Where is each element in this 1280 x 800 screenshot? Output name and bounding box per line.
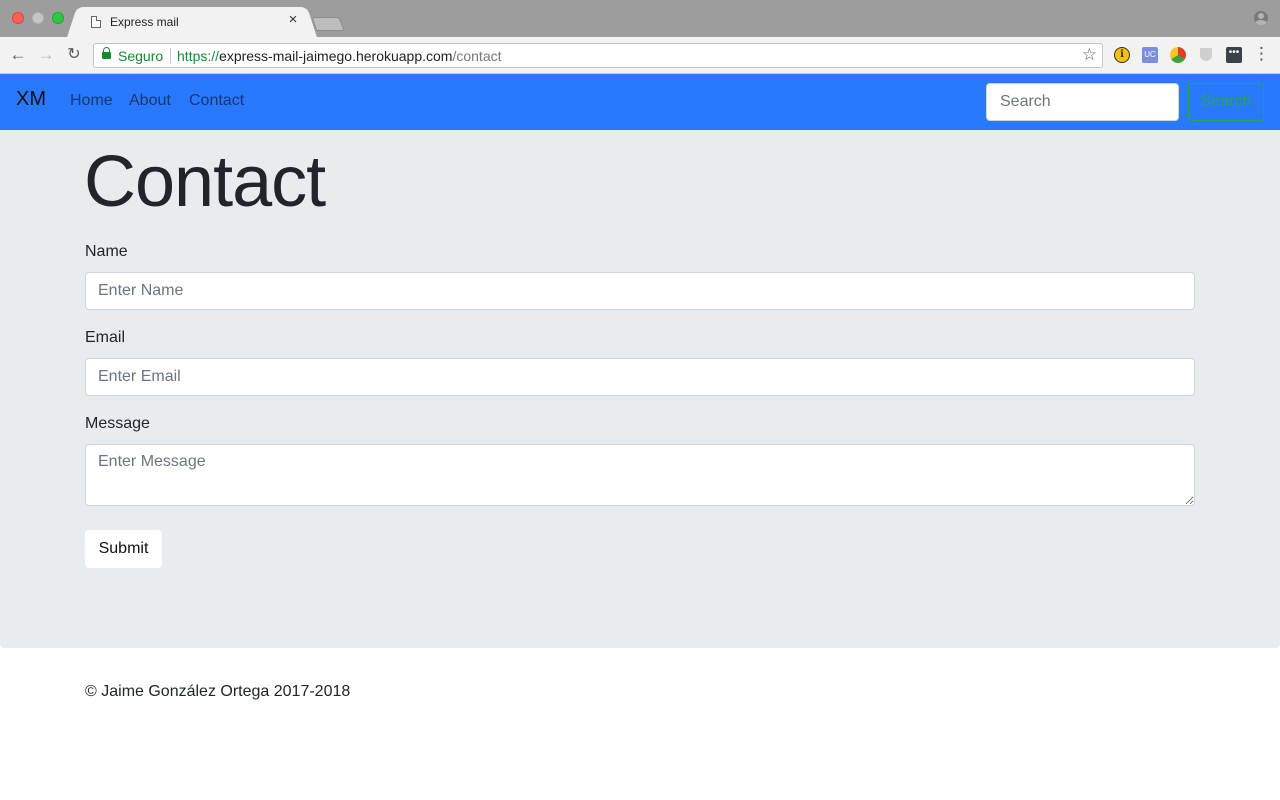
search-input[interactable] <box>986 83 1179 121</box>
page-icon <box>91 16 101 28</box>
window-close-button[interactable] <box>12 12 24 24</box>
name-field[interactable] <box>85 272 1195 310</box>
email-field[interactable] <box>85 358 1195 396</box>
menu-icon[interactable]: ⋮ <box>1253 44 1270 64</box>
window-maximize-button[interactable] <box>52 12 64 24</box>
search-button[interactable]: Search <box>1188 83 1264 121</box>
dots-extension-icon[interactable]: ••• <box>1226 47 1242 63</box>
back-arrow-icon[interactable]: ← <box>8 45 28 65</box>
submit-button[interactable]: Submit <box>85 530 162 568</box>
nav-link-about[interactable]: About <box>129 92 171 110</box>
reload-icon[interactable]: ↻ <box>64 45 84 65</box>
info-extension-icon[interactable]: i <box>1114 47 1130 63</box>
url-host: express-mail-jaimego.herokuapp.com <box>219 48 453 64</box>
message-field[interactable] <box>85 444 1195 506</box>
nav-link-home[interactable]: Home <box>70 92 113 110</box>
color-extension-icon[interactable] <box>1170 47 1186 63</box>
address-separator <box>170 48 171 63</box>
message-label: Message <box>85 415 150 432</box>
nav-link-contact[interactable]: Contact <box>189 92 244 110</box>
contact-section: Contact Name Email Message Submit <box>0 130 1280 648</box>
browser-tab-strip: Express mail × <box>0 0 1280 37</box>
tab-title: Express mail <box>110 15 179 29</box>
brand-logo[interactable]: XM <box>16 88 46 111</box>
profile-icon[interactable] <box>1254 11 1268 25</box>
browser-toolbar: ← → ↻ Seguro https://express-mail-jaimeg… <box>0 37 1280 74</box>
footer-copyright: © Jaime González Ortega 2017-2018 <box>85 683 351 700</box>
page-title: Contact <box>84 142 326 222</box>
new-tab-button[interactable] <box>311 17 345 31</box>
browser-tab-active[interactable]: Express mail × <box>78 7 306 37</box>
address-bar[interactable]: Seguro https://express-mail-jaimego.hero… <box>93 43 1103 68</box>
uc-extension-icon[interactable]: UC <box>1142 47 1158 63</box>
name-label: Name <box>85 243 128 260</box>
lock-icon[interactable] <box>102 47 111 59</box>
url-path: /contact <box>452 48 502 64</box>
close-icon[interactable]: × <box>285 11 301 28</box>
shield-extension-icon[interactable] <box>1198 47 1214 63</box>
site-navbar: XM Home About Contact Search <box>0 74 1280 130</box>
url-text[interactable]: https://express-mail-jaimego.herokuapp.c… <box>177 48 502 64</box>
window-minimize-button[interactable] <box>32 12 44 24</box>
url-scheme: https:// <box>177 48 220 64</box>
star-icon[interactable]: ☆ <box>1082 45 1097 65</box>
forward-arrow-icon[interactable]: → <box>36 45 56 65</box>
email-label: Email <box>85 329 126 346</box>
secure-label[interactable]: Seguro <box>118 48 163 64</box>
